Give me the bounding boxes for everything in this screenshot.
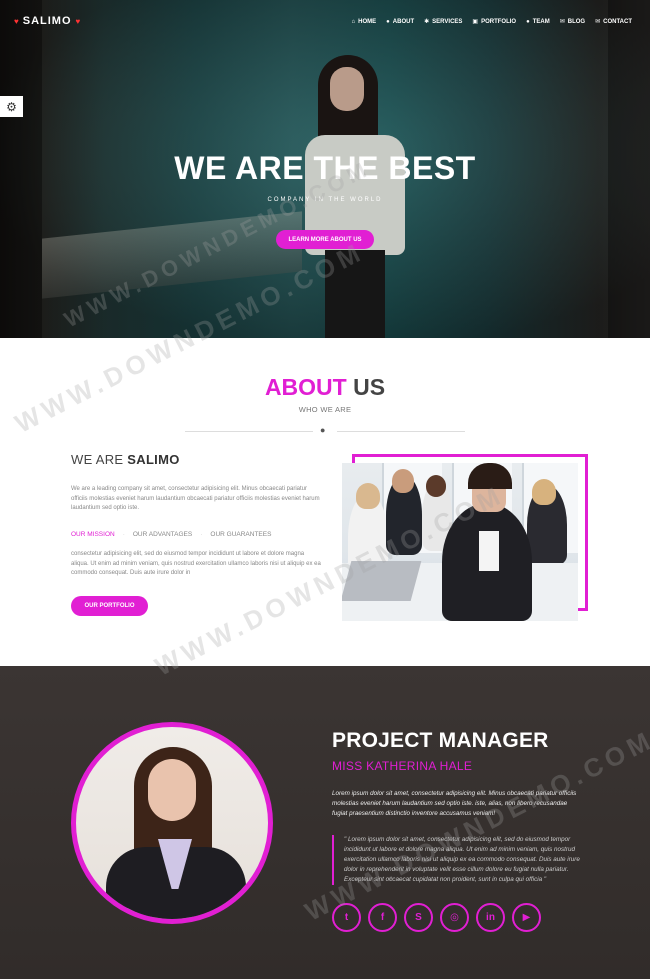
learn-more-button[interactable]: LEARN MORE ABOUT US xyxy=(276,230,374,249)
about-heading-bold: SALIMO xyxy=(127,452,180,467)
nav-item-services[interactable]: ✱ SERVICES xyxy=(424,18,463,26)
about-heading-light: WE ARE xyxy=(71,452,128,467)
nav-item-home[interactable]: ⌂ HOME xyxy=(352,18,377,25)
nav-item-label: SERVICES xyxy=(432,18,463,25)
home-icon: ⌂ xyxy=(351,18,356,25)
manager-bio: Lorem ipsum dolor sit amet, consectetur … xyxy=(332,790,577,817)
nav-item-label: TEAM xyxy=(532,18,550,25)
nav-item-label: BLOG xyxy=(567,18,586,25)
user-icon: ● xyxy=(320,425,326,435)
about-title-accent: ABOUT xyxy=(264,374,347,400)
nav-item-team[interactable]: ● TEAM xyxy=(526,18,550,25)
youtube-icon[interactable]: ▶ xyxy=(512,903,541,932)
envelope-icon: ✉ xyxy=(595,19,601,25)
about-paragraph: We are a leading company sit amet, conse… xyxy=(71,486,320,511)
settings-gear-icon[interactable]: ⚙ xyxy=(0,96,23,117)
manager-avatar xyxy=(71,722,273,924)
social-links: t f S ◎ in ▶ xyxy=(332,903,541,932)
twitter-icon[interactable]: t xyxy=(332,903,361,932)
top-navigation: ♥ SALIMO ♥ ⌂ HOME ● ABOUT ✱ SERVICES ▣ PORTFOLI… xyxy=(0,0,650,44)
divider-left xyxy=(185,431,313,432)
nav-item-label: HOME xyxy=(358,18,377,25)
brand-name: SALIMO xyxy=(22,15,72,27)
about-subtitle: WHO WE ARE xyxy=(298,405,352,414)
linkedin-icon[interactable]: in xyxy=(476,903,505,932)
manager-quote: " Lorem ipsum dolor sit amet, consectetu… xyxy=(332,835,582,885)
about-title: ABOUT US xyxy=(0,374,650,401)
nav-item-label: ABOUT xyxy=(392,18,415,25)
nav-item-about[interactable]: ● ABOUT xyxy=(386,18,414,25)
about-heading: WE ARE SALIMO xyxy=(71,452,180,467)
tab-our-guarantees[interactable]: OUR GUARANTEES xyxy=(210,531,271,538)
tab-our-mission[interactable]: OUR MISSION xyxy=(71,531,115,538)
our-portfolio-button[interactable]: OUR PORTFOLIO xyxy=(71,596,148,616)
main-menu: ⌂ HOME ● ABOUT ✱ SERVICES ▣ PORTFOLIO ● TEAM ✉ BLOG… xyxy=(352,18,632,26)
hero-subtitle: COMPANY IN THE WORLD xyxy=(267,197,383,203)
nav-item-label: PORTFOLIO xyxy=(481,18,517,25)
skype-icon[interactable]: S xyxy=(404,903,433,932)
image-icon: ▣ xyxy=(472,19,479,25)
comments-icon: ✉ xyxy=(559,19,565,25)
instagram-icon[interactable]: ◎ xyxy=(440,903,469,932)
about-title-rest: US xyxy=(346,374,386,400)
manager-name: MISS KATHERINA HALE xyxy=(332,759,473,773)
heart-icon: ♥ xyxy=(14,16,19,26)
tab-content-text: consectetur adipisicing elit, sed do eiu… xyxy=(71,551,321,576)
about-tabs: OUR MISSION · OUR ADVANTAGES · OUR GUARA… xyxy=(71,531,272,538)
gear-icon: ✱ xyxy=(424,19,430,25)
manager-role: PROJECT MANAGER xyxy=(332,729,549,752)
brand-logo[interactable]: ♥ SALIMO ♥ xyxy=(14,15,80,27)
heart-icon: ♥ xyxy=(75,16,81,26)
tab-our-advantages[interactable]: OUR ADVANTAGES xyxy=(133,531,192,538)
nav-item-label: CONTACT xyxy=(603,18,632,25)
nav-item-blog[interactable]: ✉ BLOG xyxy=(559,18,586,26)
divider-right xyxy=(337,431,465,432)
facebook-icon[interactable]: f xyxy=(368,903,397,932)
user-icon: ● xyxy=(526,18,530,25)
team-meeting-image xyxy=(342,463,578,621)
hero-title: WE ARE THE BEST xyxy=(174,150,476,186)
user-icon: ● xyxy=(386,18,390,25)
nav-item-contact[interactable]: ✉ CONTACT xyxy=(595,18,632,26)
nav-item-portfolio[interactable]: ▣ PORTFOLIO xyxy=(472,18,517,26)
